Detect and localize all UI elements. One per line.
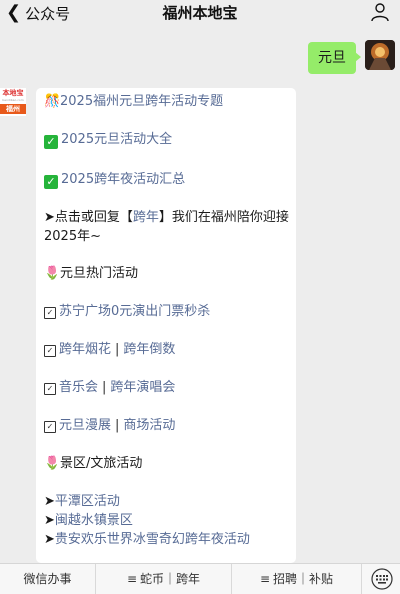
menu-jobs-subsidy[interactable]: ≡ 招聘｜补贴 <box>232 564 362 594</box>
keyboard-icon <box>371 568 393 590</box>
newyear-eve-link[interactable]: 2025跨年夜活动汇总 <box>61 172 185 187</box>
person-icon <box>371 3 389 22</box>
list-item: ✓ 跨年烟花 | 跨年倒数 <box>44 340 290 359</box>
list-item: ✓ 音乐会 | 跨年演唱会 <box>44 378 290 397</box>
list-item: ➤平潭区活动 <box>44 492 290 511</box>
arrow-icon: ➤ <box>44 532 55 547</box>
minyue-town-link[interactable]: 闽越水镇景区 <box>55 513 133 528</box>
list-item: ✓ 苏宁广场0元演出门票秒杀 <box>44 302 290 321</box>
activity-guide-link[interactable]: 2025元旦活动大全 <box>61 132 172 147</box>
arrow-icon: ➤ <box>44 494 55 509</box>
section-title-hot: 🌷元旦热门活动 <box>44 264 290 283</box>
section-title-text: 景区/文旅活动 <box>60 456 143 471</box>
menu-label: 招聘｜补贴 <box>273 572 334 586</box>
checkbox-icon: ✓ <box>44 383 56 395</box>
topic-link-line[interactable]: 🎊2025福州元旦跨年活动专题 <box>44 92 290 111</box>
countdown-link[interactable]: 跨年倒数 <box>123 342 175 357</box>
menu-snake-coin[interactable]: ≡ 蛇币｜跨年 <box>96 564 232 594</box>
bottom-menu-bar: 微信办事 ≡ 蛇币｜跨年 ≡ 招聘｜补贴 <box>0 563 400 594</box>
article-message-bubble: 🎊2025福州元旦跨年活动专题 ✓ 2025元旦活动大全 ✓ 2025跨年夜活动汇总… <box>36 88 296 563</box>
pingtan-link[interactable]: 平潭区活动 <box>55 494 120 509</box>
list-item: ✓ 元旦漫展 | 商场活动 <box>44 416 290 435</box>
logo-text: 本地宝 <box>2 89 24 97</box>
ticket-sale-link[interactable]: 苏宁广场0元演出门票秒杀 <box>59 304 210 319</box>
hamburger-icon: ≡ <box>259 572 271 586</box>
concert-link[interactable]: 音乐会 <box>59 380 98 395</box>
section-title-text: 元旦热门活动 <box>60 266 139 281</box>
check-icon: ✓ <box>44 175 58 189</box>
reply-instruction: ➤点击或回复【跨年】我们在福州陪你迎接2025年~ <box>44 208 290 246</box>
mall-activity-link[interactable]: 商场活动 <box>123 418 175 433</box>
top-bar: ❮ 公众号 福州本地宝 <box>0 0 400 26</box>
menu-wechat-service[interactable]: 微信办事 <box>0 564 96 594</box>
activity-guide-line[interactable]: ✓ 2025元旦活动大全 <box>44 130 290 149</box>
account-avatar[interactable]: 本地宝 bendibao.com 福州 <box>0 88 26 116</box>
check-icon: ✓ <box>44 135 58 149</box>
menu-label: 蛇币｜跨年 <box>140 572 201 586</box>
keyboard-button[interactable] <box>368 565 396 593</box>
logo-city: 福州 <box>0 104 26 114</box>
countdown-concert-link[interactable]: 跨年演唱会 <box>110 380 175 395</box>
checkbox-icon: ✓ <box>44 345 56 357</box>
hamburger-icon: ≡ <box>126 572 138 586</box>
user-avatar[interactable] <box>365 40 395 70</box>
checkbox-icon: ✓ <box>44 421 56 433</box>
separator: | <box>115 418 120 433</box>
tulip-icon: 🌷 <box>44 456 61 471</box>
party-popper-icon: 🎊 <box>44 94 61 109</box>
user-message-bubble: 元旦 <box>308 42 361 74</box>
menu-label: 微信办事 <box>23 572 72 586</box>
list-item: ➤贵安欢乐世界冰雪奇幻跨年夜活动 <box>44 530 290 549</box>
comic-expo-link[interactable]: 元旦漫展 <box>59 418 111 433</box>
page-title: 福州本地宝 <box>162 4 238 22</box>
checkbox-icon: ✓ <box>44 307 56 319</box>
separator: | <box>115 342 120 357</box>
separator: | <box>102 380 107 395</box>
arrow-icon: ➤ <box>44 513 55 528</box>
profile-button[interactable] <box>370 2 390 22</box>
guian-world-link[interactable]: 贵安欢乐世界冰雪奇幻跨年夜活动 <box>55 532 250 547</box>
newyear-eve-line[interactable]: ✓ 2025跨年夜活动汇总 <box>44 170 290 189</box>
list-item: ➤闽越水镇景区 <box>44 511 290 530</box>
topic-link[interactable]: 2025福州元旦跨年活动专题 <box>60 94 223 109</box>
reply-keyword-link[interactable]: 跨年 <box>133 210 159 225</box>
section-title-scenic: 🌷景区/文旅活动 <box>44 454 290 473</box>
logo-subtext: bendibao.com <box>2 98 24 102</box>
fireworks-link[interactable]: 跨年烟花 <box>59 342 111 357</box>
reply-prefix: ➤点击或回复【 <box>44 210 133 225</box>
tulip-icon: 🌷 <box>44 266 61 281</box>
